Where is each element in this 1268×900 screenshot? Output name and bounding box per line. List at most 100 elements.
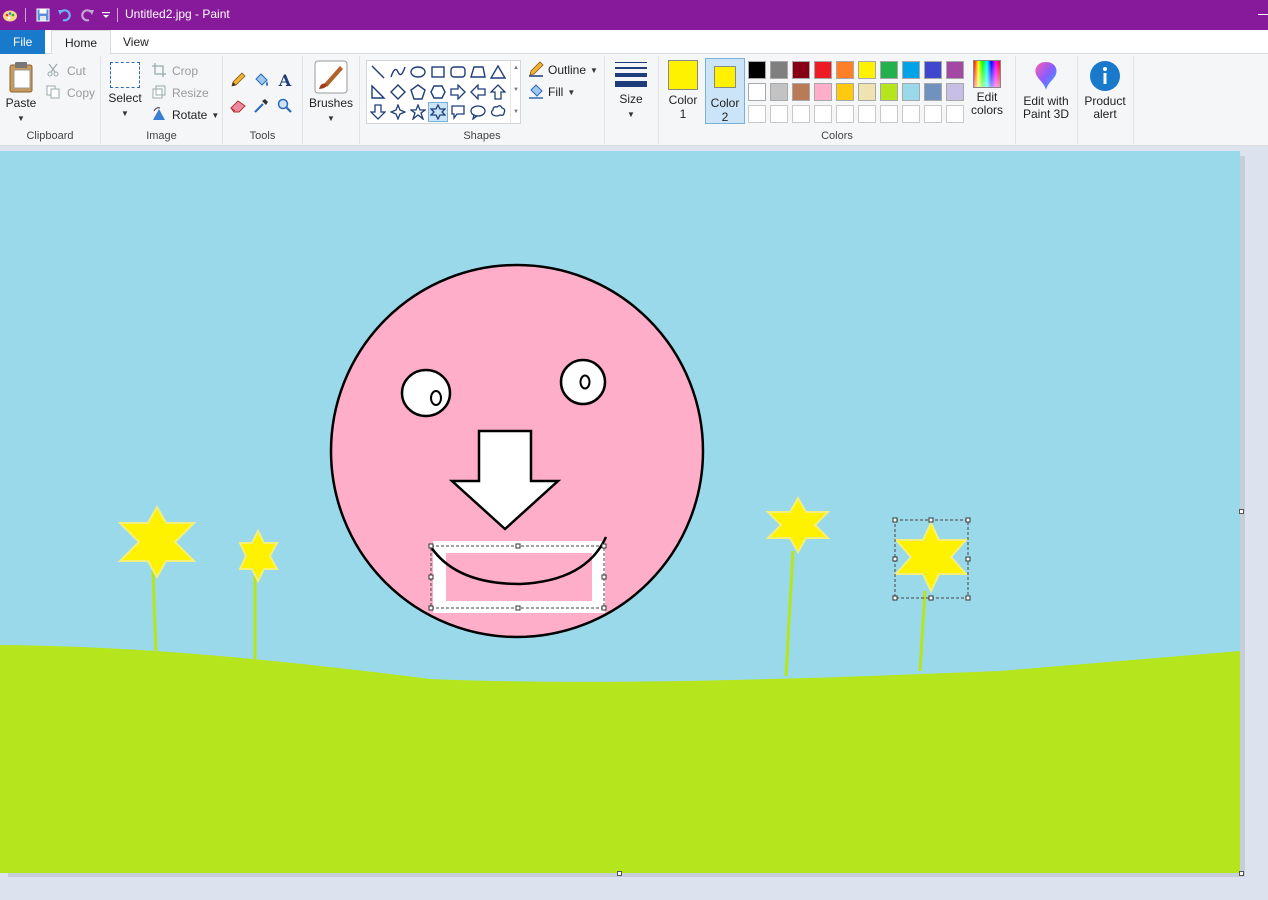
- paste-label: Paste: [5, 96, 37, 110]
- brushes-button[interactable]: Brushes ▼: [308, 60, 354, 124]
- pencil-icon[interactable]: [228, 70, 248, 90]
- palette-swatch[interactable]: [924, 61, 942, 79]
- color1-button[interactable]: Color 1: [663, 60, 703, 121]
- diamond-shape-icon[interactable]: [388, 82, 408, 102]
- curve-shape-icon[interactable]: [388, 62, 408, 82]
- palette-swatch[interactable]: [814, 83, 832, 101]
- palette-swatch[interactable]: [858, 105, 876, 123]
- eraser-icon[interactable]: [228, 96, 248, 116]
- palette-swatch[interactable]: [946, 105, 964, 123]
- palette-swatch[interactable]: [770, 105, 788, 123]
- palette-swatch[interactable]: [814, 61, 832, 79]
- outline-label: Outline: [548, 63, 587, 77]
- line-shape-icon[interactable]: [368, 62, 388, 82]
- product-alert-button[interactable]: Product alert: [1080, 60, 1130, 121]
- palette-swatch[interactable]: [924, 83, 942, 101]
- rounded-rectangle-shape-icon[interactable]: [448, 62, 468, 82]
- oval-callout-shape-icon[interactable]: [468, 102, 488, 122]
- canvas-resize-handle-corner[interactable]: [1239, 871, 1244, 876]
- fill-button[interactable]: Fill ▼: [528, 83, 575, 101]
- color2-number: 2: [721, 110, 729, 124]
- palette-swatch[interactable]: [858, 61, 876, 79]
- rectangle-shape-icon[interactable]: [428, 62, 448, 82]
- up-arrow-shape-icon[interactable]: [488, 82, 508, 102]
- shapes-scrollbar[interactable]: ▲ ▼ ▼: [510, 61, 520, 123]
- palette-swatch[interactable]: [814, 105, 832, 123]
- palette-swatch[interactable]: [770, 83, 788, 101]
- palette-swatch[interactable]: [770, 61, 788, 79]
- canvas-resize-handle-right[interactable]: [1239, 509, 1244, 514]
- palette-swatch[interactable]: [748, 105, 766, 123]
- drawing-canvas[interactable]: [0, 151, 1240, 873]
- dropdown-icon[interactable]: [98, 7, 114, 23]
- magnifier-icon[interactable]: [275, 96, 295, 116]
- palette-swatch[interactable]: [792, 105, 810, 123]
- color2-button[interactable]: Color 2: [705, 58, 745, 124]
- palette-swatch[interactable]: [858, 83, 876, 101]
- down-arrow-shape-icon[interactable]: [368, 102, 388, 122]
- five-point-star-shape-icon[interactable]: [408, 102, 428, 122]
- palette-swatch[interactable]: [880, 61, 898, 79]
- edit-colors-label-2: colors: [970, 103, 1003, 117]
- copy-label: Copy: [67, 86, 96, 100]
- fill-icon[interactable]: [251, 70, 271, 90]
- resize-button[interactable]: Resize: [152, 84, 209, 102]
- outline-button[interactable]: Outline ▼: [528, 60, 598, 79]
- palette-swatch[interactable]: [748, 83, 766, 101]
- color-picker-icon[interactable]: [251, 96, 271, 116]
- palette-swatch[interactable]: [748, 61, 766, 79]
- edit-with-paint3d-button[interactable]: Edit with Paint 3D: [1018, 60, 1074, 121]
- text-icon[interactable]: A: [275, 70, 295, 90]
- palette-swatch[interactable]: [792, 83, 810, 101]
- cloud-callout-shape-icon[interactable]: [488, 102, 508, 122]
- paste-button[interactable]: Paste ▼: [4, 60, 38, 124]
- tab-home[interactable]: Home: [51, 30, 112, 55]
- six-point-star-shape-icon[interactable]: [428, 102, 448, 122]
- oval-shape-icon[interactable]: [408, 62, 428, 82]
- rounded-callout-shape-icon[interactable]: [448, 102, 468, 122]
- crop-button[interactable]: Crop: [152, 62, 198, 80]
- pentagon-shape-icon[interactable]: [408, 82, 428, 102]
- redo-icon[interactable]: [79, 7, 95, 23]
- palette-swatch[interactable]: [836, 83, 854, 101]
- palette-swatch[interactable]: [836, 61, 854, 79]
- cut-button[interactable]: Cut: [46, 62, 86, 80]
- left-arrow-shape-icon[interactable]: [468, 82, 488, 102]
- rotate-button[interactable]: Rotate ▼: [152, 106, 219, 124]
- tab-view[interactable]: View: [110, 30, 162, 54]
- palette-swatch[interactable]: [924, 105, 942, 123]
- colors-group-label: Colors: [821, 130, 853, 142]
- right-pupil: [579, 374, 591, 390]
- brushes-label: Brushes: [308, 96, 354, 110]
- hexagon-shape-icon[interactable]: [428, 82, 448, 102]
- right-arrow-shape-icon[interactable]: [448, 82, 468, 102]
- save-icon[interactable]: [35, 7, 51, 23]
- crop-icon: [152, 62, 166, 80]
- triangle-shape-icon[interactable]: [488, 62, 508, 82]
- palette-swatch[interactable]: [902, 61, 920, 79]
- canvas-resize-handle-bottom[interactable]: [617, 871, 622, 876]
- polygon-shape-icon[interactable]: [468, 62, 488, 82]
- palette-swatch[interactable]: [902, 105, 920, 123]
- palette-swatch[interactable]: [836, 105, 854, 123]
- palette-swatch[interactable]: [946, 61, 964, 79]
- size-button[interactable]: Size ▼: [611, 62, 651, 120]
- paint-palette-icon[interactable]: [2, 7, 18, 23]
- color1-swatch: [668, 60, 698, 90]
- minimize-icon[interactable]: [1258, 14, 1268, 15]
- right-triangle-shape-icon[interactable]: [368, 82, 388, 102]
- copy-button[interactable]: Copy: [46, 84, 95, 102]
- palette-swatch[interactable]: [946, 83, 964, 101]
- four-point-star-shape-icon[interactable]: [388, 102, 408, 122]
- undo-icon[interactable]: [57, 7, 73, 23]
- edit-colors-button[interactable]: Edit colors: [969, 60, 1005, 117]
- palette-swatch[interactable]: [880, 105, 898, 123]
- palette-swatch[interactable]: [902, 83, 920, 101]
- palette-swatch[interactable]: [792, 61, 810, 79]
- resize-icon: [152, 85, 166, 102]
- select-button[interactable]: Select ▼: [107, 62, 143, 119]
- palette-swatch[interactable]: [880, 83, 898, 101]
- color1-number: 1: [679, 107, 687, 121]
- tab-file[interactable]: File: [0, 30, 46, 54]
- window-title: Untitled2.jpg - Paint: [125, 7, 230, 21]
